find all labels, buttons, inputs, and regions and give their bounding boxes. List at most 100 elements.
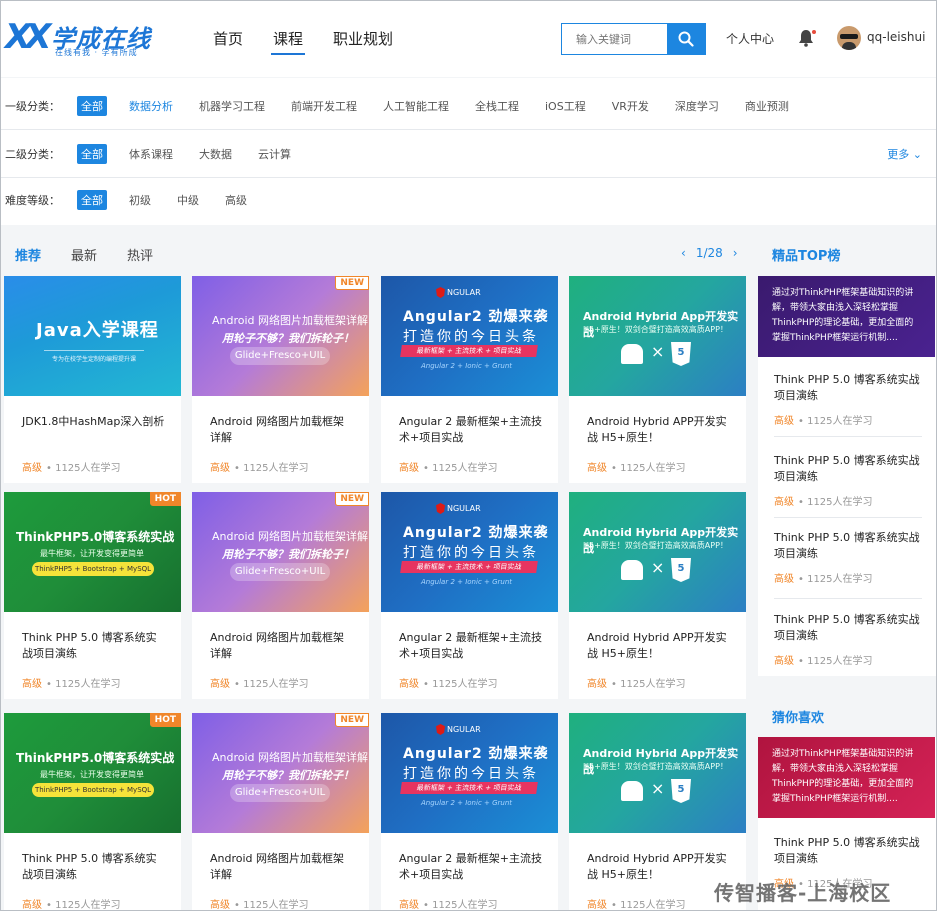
filter-label: 二级分类：: [5, 147, 60, 161]
tab-hot-reviews[interactable]: 热评: [127, 245, 153, 264]
filter-option[interactable]: 机器学习工程: [195, 96, 269, 116]
course-meta: 高级 • 1125人在学习: [587, 463, 686, 474]
course-learners: 1125人在学习: [55, 900, 121, 911]
side-list-item[interactable]: Think PHP 5.0 博客系统实战项目演练 高级 • 1125人在学习: [758, 530, 923, 600]
course-level: 高级: [587, 679, 607, 690]
avatar[interactable]: [837, 26, 861, 50]
angular-icon: [436, 287, 445, 298]
user-center-link[interactable]: 个人中心: [726, 30, 774, 47]
filter-option[interactable]: 前端开发工程: [287, 96, 361, 116]
nav-courses[interactable]: 课程: [261, 1, 315, 77]
course-thumbnail: Android Hybrid App开发实战 H5+原生！双剑合璧打造高效高质A…: [569, 492, 746, 612]
course-card[interactable]: NGULAR Angular2 劲爆来袭 打造你的今日头条 最新框架 + 主流技…: [381, 492, 558, 699]
course-card[interactable]: NGULAR Angular2 劲爆来袭 打造你的今日头条 最新框架 + 主流技…: [381, 276, 558, 483]
side-item-meta: 高级 • 1125人在学习: [774, 574, 873, 585]
main-nav: 首页 课程 职业规划: [201, 1, 411, 77]
filter-panel: 一级分类： 全部 数据分析 机器学习工程 前端开发工程 人工智能工程 全栈工程 …: [1, 78, 936, 225]
course-thumbnail: Android Hybrid App开发实战 H5+原生！双剑合璧打造高效高质A…: [569, 713, 746, 833]
filter-option[interactable]: 全部: [77, 143, 107, 164]
course-title: Android Hybrid APP开发实战 H5+原生！: [587, 415, 727, 444]
next-page-button[interactable]: ›: [733, 246, 738, 260]
course-card[interactable]: Android 网络图片加载框架详解 用轮子不够？我们拆轮子！ Glide+Fr…: [192, 492, 369, 699]
filter-option[interactable]: 大数据: [195, 144, 236, 164]
angular-icon: [436, 724, 445, 735]
filter-option[interactable]: 深度学习: [671, 96, 723, 116]
top-list-banner[interactable]: 通过对ThinkPHP框架基础知识的讲解，带领大家由浅入深轻松掌握ThinkPH…: [758, 276, 935, 357]
filter-option[interactable]: 全部: [77, 95, 107, 116]
thumb-tag: Glide+Fresco+UIL: [230, 347, 330, 365]
course-level: 高级: [774, 574, 794, 585]
username[interactable]: qq-leishui: [867, 30, 925, 44]
filter-option[interactable]: VR开发: [608, 96, 653, 116]
filter-option[interactable]: 人工智能工程: [379, 96, 453, 116]
side-list-item[interactable]: Think PHP 5.0 博客系统实战项目演练 高级 • 1125人在学习: [758, 372, 923, 442]
course-meta: 高级 • 1125人在学习: [587, 679, 686, 690]
course-card[interactable]: ThinkPHP5.0博客系统实战 最牛框架，让开发变得更简单 ThinkPHP…: [4, 492, 181, 699]
course-title: Android 网络图片加载框架详解: [210, 631, 345, 660]
thumb-slogan: 用轮子不够？我们拆轮子！: [222, 548, 354, 561]
course-level: 高级: [399, 679, 419, 690]
filter-option[interactable]: 云计算: [254, 144, 295, 164]
thumb-title: ThinkPHP5.0博客系统实战: [16, 530, 175, 544]
filter-option[interactable]: iOS工程: [541, 96, 590, 116]
nav-home[interactable]: 首页: [201, 1, 255, 77]
filter-label: 难度等级：: [5, 194, 60, 207]
course-learners: 1125人在学习: [55, 679, 121, 690]
course-card[interactable]: Android 网络图片加载框架详解 用轮子不够？我们拆轮子！ Glide+Fr…: [192, 276, 369, 483]
course-learners: 1125人在学习: [432, 900, 498, 911]
course-learners: 1125人在学习: [243, 463, 309, 474]
thumb-times: ×: [651, 342, 665, 361]
course-card[interactable]: Java入学课程 专为在校学生定制的编程提升课 JDK1.8中HashMap深入…: [4, 276, 181, 483]
course-level: 高级: [210, 463, 230, 474]
side-item-meta: 高级 • 1125人在学习: [774, 416, 873, 427]
html5-icon: 5: [671, 779, 691, 803]
course-title: Android 网络图片加载框架详解: [210, 415, 345, 444]
filter-option[interactable]: 数据分析: [125, 96, 177, 116]
course-title: Android 网络图片加载框架详解: [210, 852, 345, 881]
course-meta: 高级 • 1125人在学习: [22, 463, 121, 474]
guess-title: 猜你喜欢: [772, 711, 825, 726]
angular-icon: [436, 503, 445, 514]
notification-dot: [812, 30, 816, 34]
filter-option[interactable]: 中级: [173, 190, 203, 210]
tab-recommend[interactable]: 推荐: [15, 245, 41, 264]
filter-option[interactable]: 全栈工程: [471, 96, 523, 116]
filter-option[interactable]: 初级: [125, 190, 155, 210]
course-level: 高级: [774, 497, 794, 508]
filter-option[interactable]: 商业预测: [741, 96, 793, 116]
search-icon: [678, 31, 694, 47]
tab-latest[interactable]: 最新: [71, 245, 97, 264]
html5-icon: 5: [671, 558, 691, 582]
course-level: 高级: [210, 900, 230, 911]
side-list-item[interactable]: Think PHP 5.0 博客系统实战项目演练 高级 • 1125人在学习: [758, 612, 923, 682]
nav-career[interactable]: 职业规划: [321, 1, 405, 77]
guess-banner[interactable]: 通过对ThinkPHP框架基础知识的讲解，带领大家由浅入深轻松掌握ThinkPH…: [758, 737, 935, 818]
divider: [774, 517, 922, 518]
course-title: Think PHP 5.0 博客系统实战项目演练: [22, 631, 157, 660]
header: XX 学成在线 在线有我 · 学有所成 首页 课程 职业规划 个人中心 qq-l…: [1, 1, 936, 77]
watermark: 传智播客-上海校区: [714, 881, 892, 905]
thumb-title: Angular2 劲爆来袭: [403, 309, 549, 325]
course-card[interactable]: Android Hybrid App开发实战 H5+原生！双剑合璧打造高效高质A…: [569, 492, 746, 699]
course-card[interactable]: ThinkPHP5.0博客系统实战 最牛框架，让开发变得更简单 ThinkPHP…: [4, 713, 181, 911]
thumb-brand: NGULAR: [447, 725, 481, 734]
course-card[interactable]: Android Hybrid App开发实战 H5+原生！双剑合璧打造高效高质A…: [569, 276, 746, 483]
filter-option[interactable]: 全部: [77, 190, 107, 210]
side-list-item[interactable]: Think PHP 5.0 博客系统实战项目演练 高级 • 1125人在学习: [758, 453, 923, 523]
filter-option[interactable]: 体系课程: [125, 144, 177, 164]
course-level: 高级: [210, 679, 230, 690]
search-input[interactable]: [562, 24, 668, 54]
filter-option[interactable]: 高级: [221, 190, 251, 210]
thumb-slogan: H5+原生！双剑合璧打造高效高质APP！: [583, 325, 728, 334]
top-list-title: 精品TOP榜: [772, 249, 841, 264]
search-button[interactable]: [667, 23, 706, 55]
side-item-meta: 高级 • 1125人在学习: [774, 656, 873, 667]
thumb-slogan: 打造你的今日头条: [403, 766, 539, 782]
prev-page-button[interactable]: ‹: [681, 246, 686, 260]
course-card[interactable]: Android 网络图片加载框架详解 用轮子不够？我们拆轮子！ Glide+Fr…: [192, 713, 369, 911]
course-card[interactable]: NGULAR Angular2 劲爆来袭 打造你的今日头条 最新框架 + 主流技…: [381, 713, 558, 911]
more-link[interactable]: 更多 ⌄: [887, 146, 922, 162]
course-level: 高级: [22, 679, 42, 690]
divider: [774, 598, 922, 599]
logo[interactable]: XX 学成在线 在线有我 · 学有所成: [5, 15, 165, 61]
